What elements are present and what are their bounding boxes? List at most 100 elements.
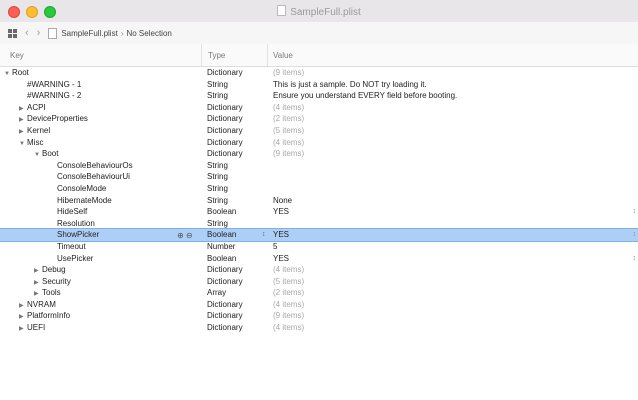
table-row[interactable]: ConsoleMode String [0,183,638,195]
plist-outline: ▼ Root Dictionary (9 items) #WARNING - 1 Stri… [0,67,638,334]
grid-view-icon[interactable] [8,28,17,38]
row-value[interactable]: YES [273,253,289,265]
table-row[interactable]: ▶ Security Dictionary (5 items) [0,276,638,288]
row-key[interactable]: HibernateMode [49,195,112,207]
row-type[interactable]: Dictionary [207,102,243,114]
row-value[interactable]: (5 items) [273,125,304,137]
row-key[interactable]: ShowPicker [49,229,99,241]
row-type[interactable]: Dictionary [207,148,243,160]
row-type[interactable]: String [207,160,228,172]
row-value[interactable]: (4 items) [273,137,304,149]
row-type[interactable]: Array [207,287,226,299]
table-row[interactable]: ▼ Root Dictionary (9 items) [0,67,638,79]
file-icon [48,27,58,39]
row-key[interactable]: ▶ UEFI [19,322,45,336]
table-row[interactable]: ▶ ACPI Dictionary (4 items) [0,102,638,114]
row-key[interactable]: Resolution [49,218,95,230]
row-type[interactable]: Dictionary [207,322,243,334]
row-value[interactable]: 5 [273,241,277,253]
row-key[interactable]: #WARNING - 2 [19,90,81,102]
value-stepper-icon[interactable]: ↕ [633,229,637,241]
row-value[interactable]: Ensure you understand EVERY field before… [273,90,457,102]
row-value[interactable]: YES [273,206,289,218]
row-key-label: ACPI [27,102,46,112]
row-key-label: NVRAM [27,299,56,309]
row-key[interactable]: ConsoleBehaviourUi [49,171,130,183]
row-type[interactable]: String [207,195,228,207]
table-row[interactable]: ▶ PlatformInfo Dictionary (9 items) [0,310,638,322]
row-key[interactable]: HideSelf [49,206,87,218]
row-key[interactable]: #WARNING - 1 [19,79,81,91]
row-type[interactable]: String [207,90,228,102]
table-row[interactable]: Timeout Number 5 [0,241,638,253]
table-row[interactable]: #WARNING - 1 String This is just a sample.… [0,79,638,91]
table-row[interactable]: #WARNING - 2 String Ensure you understand … [0,90,638,102]
row-value[interactable]: This is just a sample. Do NOT try loadin… [273,79,427,91]
table-row[interactable]: HideSelf Boolean YES ↕ [0,206,638,218]
table-row[interactable]: ▶ DeviceProperties Dictionary (2 items) [0,113,638,125]
row-key[interactable]: Timeout [49,241,86,253]
back-arrow-icon[interactable]: ‹ [25,27,29,39]
type-popup-stepper-icon[interactable]: ↕ [262,229,266,241]
disclosure-closed-icon[interactable]: ▶ [19,324,27,336]
row-value[interactable]: (5 items) [273,276,304,288]
row-value[interactable]: (9 items) [273,310,304,322]
row-value[interactable]: (2 items) [273,287,304,299]
value-stepper-icon[interactable]: ↕ [633,253,637,265]
row-type[interactable]: Boolean [207,206,236,218]
row-value[interactable]: (4 items) [273,299,304,311]
row-value[interactable]: (9 items) [273,148,304,160]
row-key-label: Boot [42,149,59,159]
table-row[interactable]: ▶ UEFI Dictionary (4 items) [0,322,638,334]
column-divider[interactable] [267,44,268,66]
breadcrumb-file[interactable]: SampleFull.plist [61,29,117,38]
row-key-label: HibernateMode [57,195,112,205]
table-row[interactable]: ▼ Boot Dictionary (9 items) [0,148,638,160]
row-type[interactable]: Dictionary [207,310,243,322]
key-column-header[interactable]: Key [10,51,24,60]
type-column-header[interactable]: Type [208,51,225,60]
row-type[interactable]: String [207,171,228,183]
row-key-label: ShowPicker [57,230,100,240]
table-row[interactable]: ▶ Kernel Dictionary (5 items) [0,125,638,137]
row-value[interactable]: YES [273,229,289,241]
row-type[interactable]: Dictionary [207,113,243,125]
table-row[interactable]: ▶ Tools Array (2 items) [0,287,638,299]
table-row[interactable]: ▼ Misc Dictionary (4 items) [0,137,638,149]
row-value[interactable]: (4 items) [273,322,304,334]
row-type[interactable]: Boolean [207,229,236,241]
row-type[interactable]: Number [207,241,235,253]
row-key[interactable]: ConsoleBehaviourOs [49,160,133,172]
row-type[interactable]: String [207,183,228,195]
row-type[interactable]: Boolean [207,253,236,265]
row-type[interactable]: String [207,79,228,91]
breadcrumb-selection[interactable]: No Selection [126,29,171,38]
row-type[interactable]: Dictionary [207,264,243,276]
value-stepper-icon[interactable]: ↕ [633,206,637,218]
row-value[interactable]: (4 items) [273,102,304,114]
row-value[interactable]: None [273,195,292,207]
table-row[interactable]: HibernateMode String None [0,195,638,207]
column-divider[interactable] [201,44,202,66]
row-type[interactable]: Dictionary [207,125,243,137]
table-row[interactable]: ShowPicker ⊕ ⊖ ↕ Boolean YES ↕ [0,228,638,242]
row-value[interactable]: (4 items) [273,264,304,276]
title-bar: SampleFull.plist [0,0,638,23]
forward-arrow-icon[interactable]: › [37,27,41,39]
row-type[interactable]: String [207,218,228,230]
row-type[interactable]: Dictionary [207,137,243,149]
table-row[interactable]: ConsoleBehaviourOs String [0,160,638,172]
row-type[interactable]: Dictionary [207,67,243,79]
table-row[interactable]: UsePicker Boolean YES ↕ [0,253,638,265]
row-value[interactable]: (2 items) [273,113,304,125]
row-type[interactable]: Dictionary [207,276,243,288]
row-key[interactable]: ConsoleMode [49,183,106,195]
row-type[interactable]: Dictionary [207,299,243,311]
table-row[interactable]: ▶ NVRAM Dictionary (4 items) [0,299,638,311]
table-row[interactable]: Resolution String [0,218,638,230]
row-key[interactable]: UsePicker [49,253,93,265]
table-row[interactable]: ConsoleBehaviourUi String [0,171,638,183]
row-value[interactable]: (9 items) [273,67,304,79]
table-row[interactable]: ▶ Debug Dictionary (4 items) [0,264,638,276]
value-column-header[interactable]: Value [273,51,293,60]
